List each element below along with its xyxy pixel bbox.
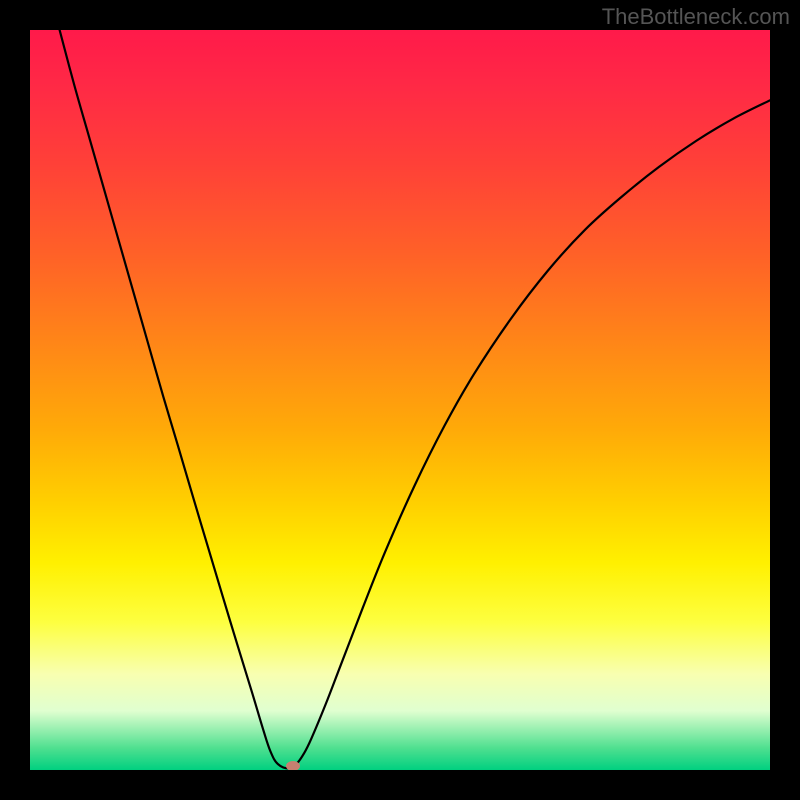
bottleneck-curve <box>60 30 770 769</box>
curve-svg <box>30 30 770 770</box>
attribution-text: TheBottleneck.com <box>602 4 790 30</box>
plot-area <box>30 30 770 770</box>
minimum-marker <box>286 761 300 770</box>
